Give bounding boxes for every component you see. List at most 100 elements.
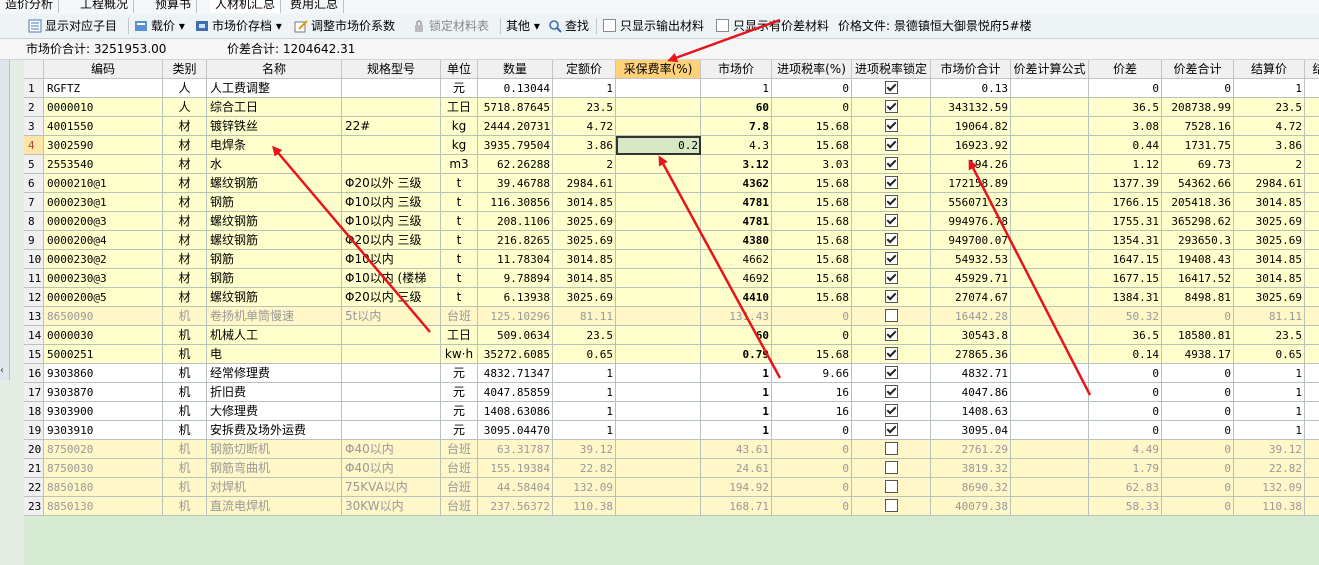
name-cell[interactable]: 螺纹钢筋 xyxy=(207,212,342,231)
code-cell[interactable]: 0000200@3 xyxy=(44,212,163,231)
row-number-cell[interactable]: 8 xyxy=(24,212,44,231)
code-cell[interactable]: 0000200@4 xyxy=(44,231,163,250)
spec-cell[interactable] xyxy=(342,98,441,117)
row-number-cell[interactable]: 23 xyxy=(24,497,44,516)
base-price-cell[interactable]: 4.72 xyxy=(553,117,616,136)
only-diff-checkbox[interactable]: 只显示有价差材料 xyxy=(716,17,829,35)
diff-formula-cell[interactable] xyxy=(1011,440,1089,459)
base-price-cell[interactable]: 1 xyxy=(553,79,616,98)
category-cell[interactable]: 机 xyxy=(163,383,207,402)
market-price-cell[interactable]: 1 xyxy=(701,79,772,98)
base-price-cell[interactable]: 3014.85 xyxy=(553,269,616,288)
market-total-cell[interactable]: 556071.23 xyxy=(931,193,1011,212)
input-tax-rate-cell[interactable]: 0 xyxy=(772,497,852,516)
diff-formula-cell[interactable] xyxy=(1011,288,1089,307)
diff-formula-cell[interactable] xyxy=(1011,345,1089,364)
market-price-cell[interactable]: 60 xyxy=(701,326,772,345)
spec-cell[interactable]: Φ20以外 三级 xyxy=(342,174,441,193)
tax-lock-cell[interactable] xyxy=(852,364,931,383)
diff-cell[interactable]: 1354.31 xyxy=(1089,231,1162,250)
unit-cell[interactable]: t xyxy=(441,174,478,193)
unit-cell[interactable]: 工日 xyxy=(441,326,478,345)
table-row[interactable]: 20 8750020 机钢筋切断机 Φ40以内 台班 63.31787 39.12 43.61… xyxy=(24,440,1319,459)
unit-cell[interactable]: m3 xyxy=(441,155,478,174)
diff-total-cell[interactable]: 0 xyxy=(1162,421,1234,440)
base-price-cell[interactable]: 2 xyxy=(553,155,616,174)
spec-cell[interactable]: 30KW以内 xyxy=(342,497,441,516)
code-cell[interactable]: 0000230@1 xyxy=(44,193,163,212)
tax-lock-cell[interactable] xyxy=(852,421,931,440)
market-total-cell[interactable]: 4047.86 xyxy=(931,383,1011,402)
settlement-price-cell[interactable]: 4.72 xyxy=(1234,117,1305,136)
market-price-cell[interactable]: 24.61 xyxy=(701,459,772,478)
settlement-price-cell[interactable]: 3014.85 xyxy=(1234,269,1305,288)
market-total-cell[interactable]: 343132.59 xyxy=(931,98,1011,117)
tax-lock-cell[interactable] xyxy=(852,155,931,174)
settlement-price-cell[interactable]: 1 xyxy=(1234,421,1305,440)
diff-total-cell[interactable]: 205418.36 xyxy=(1162,193,1234,212)
unit-cell[interactable]: t xyxy=(441,231,478,250)
diff-cell[interactable]: 0 xyxy=(1089,79,1162,98)
market-price-cell[interactable]: 4362 xyxy=(701,174,772,193)
input-tax-rate-cell[interactable]: 15.68 xyxy=(772,345,852,364)
tax-lock-cell[interactable] xyxy=(852,193,931,212)
purchase-fee-rate-cell[interactable] xyxy=(616,117,701,136)
diff-formula-cell[interactable] xyxy=(1011,193,1089,212)
diff-total-cell[interactable]: 0 xyxy=(1162,307,1234,326)
name-cell[interactable]: 综合工日 xyxy=(207,98,342,117)
settlement-price-cell[interactable]: 2 xyxy=(1234,155,1305,174)
category-cell[interactable]: 机 xyxy=(163,459,207,478)
row-number-cell[interactable]: 5 xyxy=(24,155,44,174)
column-header-settlement-price[interactable]: 结算价 xyxy=(1234,60,1305,79)
market-price-cell[interactable]: 4.3 xyxy=(701,136,772,155)
category-cell[interactable]: 材 xyxy=(163,269,207,288)
name-cell[interactable]: 电 xyxy=(207,345,342,364)
purchase-fee-rate-cell[interactable] xyxy=(616,497,701,516)
checkbox-icon[interactable] xyxy=(884,81,898,94)
column-header-unit[interactable]: 单位 xyxy=(441,60,478,79)
checkbox-icon[interactable] xyxy=(884,214,898,227)
table-row[interactable]: 23 8850130 机直流电焊机 30KW以内 台班 237.56372 110.38 16… xyxy=(24,497,1319,516)
input-tax-rate-cell[interactable]: 15.68 xyxy=(772,174,852,193)
row-number-cell[interactable]: 15 xyxy=(24,345,44,364)
unit-cell[interactable]: kw·h xyxy=(441,345,478,364)
diff-cell[interactable]: 0 xyxy=(1089,421,1162,440)
category-cell[interactable]: 机 xyxy=(163,497,207,516)
diff-cell[interactable]: 1755.31 xyxy=(1089,212,1162,231)
diff-total-cell[interactable]: 18580.81 xyxy=(1162,326,1234,345)
code-cell[interactable]: 0000230@2 xyxy=(44,250,163,269)
spec-cell[interactable]: 5t以内 xyxy=(342,307,441,326)
base-price-cell[interactable]: 3.86 xyxy=(553,136,616,155)
table-row[interactable]: 12 0000200@5 材螺纹钢筋 Φ20以内 三级 t 6.13938 3025.69 4… xyxy=(24,288,1319,307)
diff-cell[interactable]: 1384.31 xyxy=(1089,288,1162,307)
base-price-cell[interactable]: 1 xyxy=(553,364,616,383)
table-row[interactable]: 5 2553540 材水 m3 62.26288 2 3.12 3.03 194.26 1.12 6… xyxy=(24,155,1319,174)
base-price-cell[interactable]: 1 xyxy=(553,402,616,421)
purchase-fee-rate-cell[interactable] xyxy=(616,421,701,440)
row-number-cell[interactable]: 7 xyxy=(24,193,44,212)
name-cell[interactable]: 经常修理费 xyxy=(207,364,342,383)
settlement-price-cell[interactable]: 3014.85 xyxy=(1234,250,1305,269)
purchase-fee-rate-cell[interactable] xyxy=(616,155,701,174)
checkbox-icon[interactable] xyxy=(884,271,898,284)
settlement-price-cell[interactable]: 2984.61 xyxy=(1234,174,1305,193)
diff-formula-cell[interactable] xyxy=(1011,212,1089,231)
checkbox-icon[interactable] xyxy=(884,404,898,417)
category-cell[interactable]: 材 xyxy=(163,288,207,307)
spec-cell[interactable]: Φ10以内 (楼梯 xyxy=(342,269,441,288)
spec-cell[interactable]: Φ40以内 xyxy=(342,459,441,478)
unit-cell[interactable]: 台班 xyxy=(441,478,478,497)
market-price-cell[interactable]: 60 xyxy=(701,98,772,117)
unit-cell[interactable]: 台班 xyxy=(441,459,478,478)
base-price-cell[interactable]: 2984.61 xyxy=(553,174,616,193)
diff-cell[interactable]: 1.12 xyxy=(1089,155,1162,174)
quantity-cell[interactable]: 216.8265 xyxy=(478,231,553,250)
settlement-price-cell[interactable]: 81.11 xyxy=(1234,307,1305,326)
market-price-cell[interactable]: 1 xyxy=(701,421,772,440)
diff-formula-cell[interactable] xyxy=(1011,136,1089,155)
quantity-cell[interactable]: 5718.87645 xyxy=(478,98,553,117)
code-cell[interactable]: 9303860 xyxy=(44,364,163,383)
market-price-cell[interactable]: 4410 xyxy=(701,288,772,307)
only-output-checkbox[interactable]: 只显示输出材料 xyxy=(603,17,704,35)
spec-cell[interactable] xyxy=(342,383,441,402)
